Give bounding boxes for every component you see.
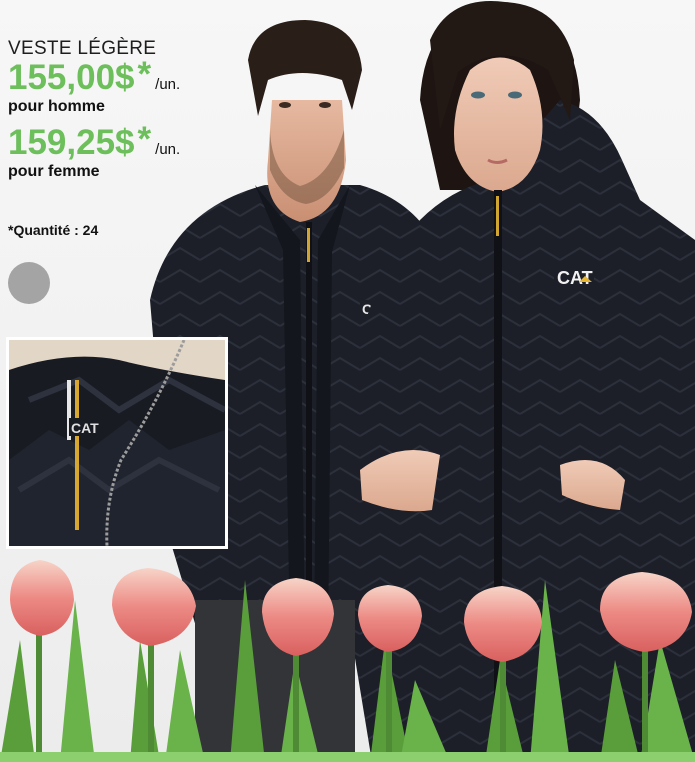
bottom-accent-band [0,752,695,762]
men-price-asterisk: * [137,55,152,94]
cat-logo-detail: CAT [71,420,99,436]
product-ad: CAT CAT [0,0,695,762]
women-price-asterisk: * [137,120,152,159]
women-label: pour femme [8,163,100,180]
price-block: VESTE LÉGÈRE 155,00$ * /un. pour homme 1… [8,38,180,181]
men-price-row: 155,00$ * /un. [8,55,181,97]
zipper-detail-image: CAT [6,337,228,549]
gray-color-swatch[interactable] [8,262,50,304]
women-price-unit: /un. [155,141,181,158]
product-name: VESTE LÉGÈRE [8,38,157,59]
men-label: pour homme [8,98,105,115]
women-price: 159,25$ [8,123,135,162]
women-price-row: 159,25$ * /un. [8,120,181,162]
men-price: 155,00$ [8,58,135,97]
quantity-note: *Quantité : 24 [8,222,99,238]
zipper-detail-photo: CAT [9,340,225,546]
men-price-unit: /un. [155,76,181,93]
